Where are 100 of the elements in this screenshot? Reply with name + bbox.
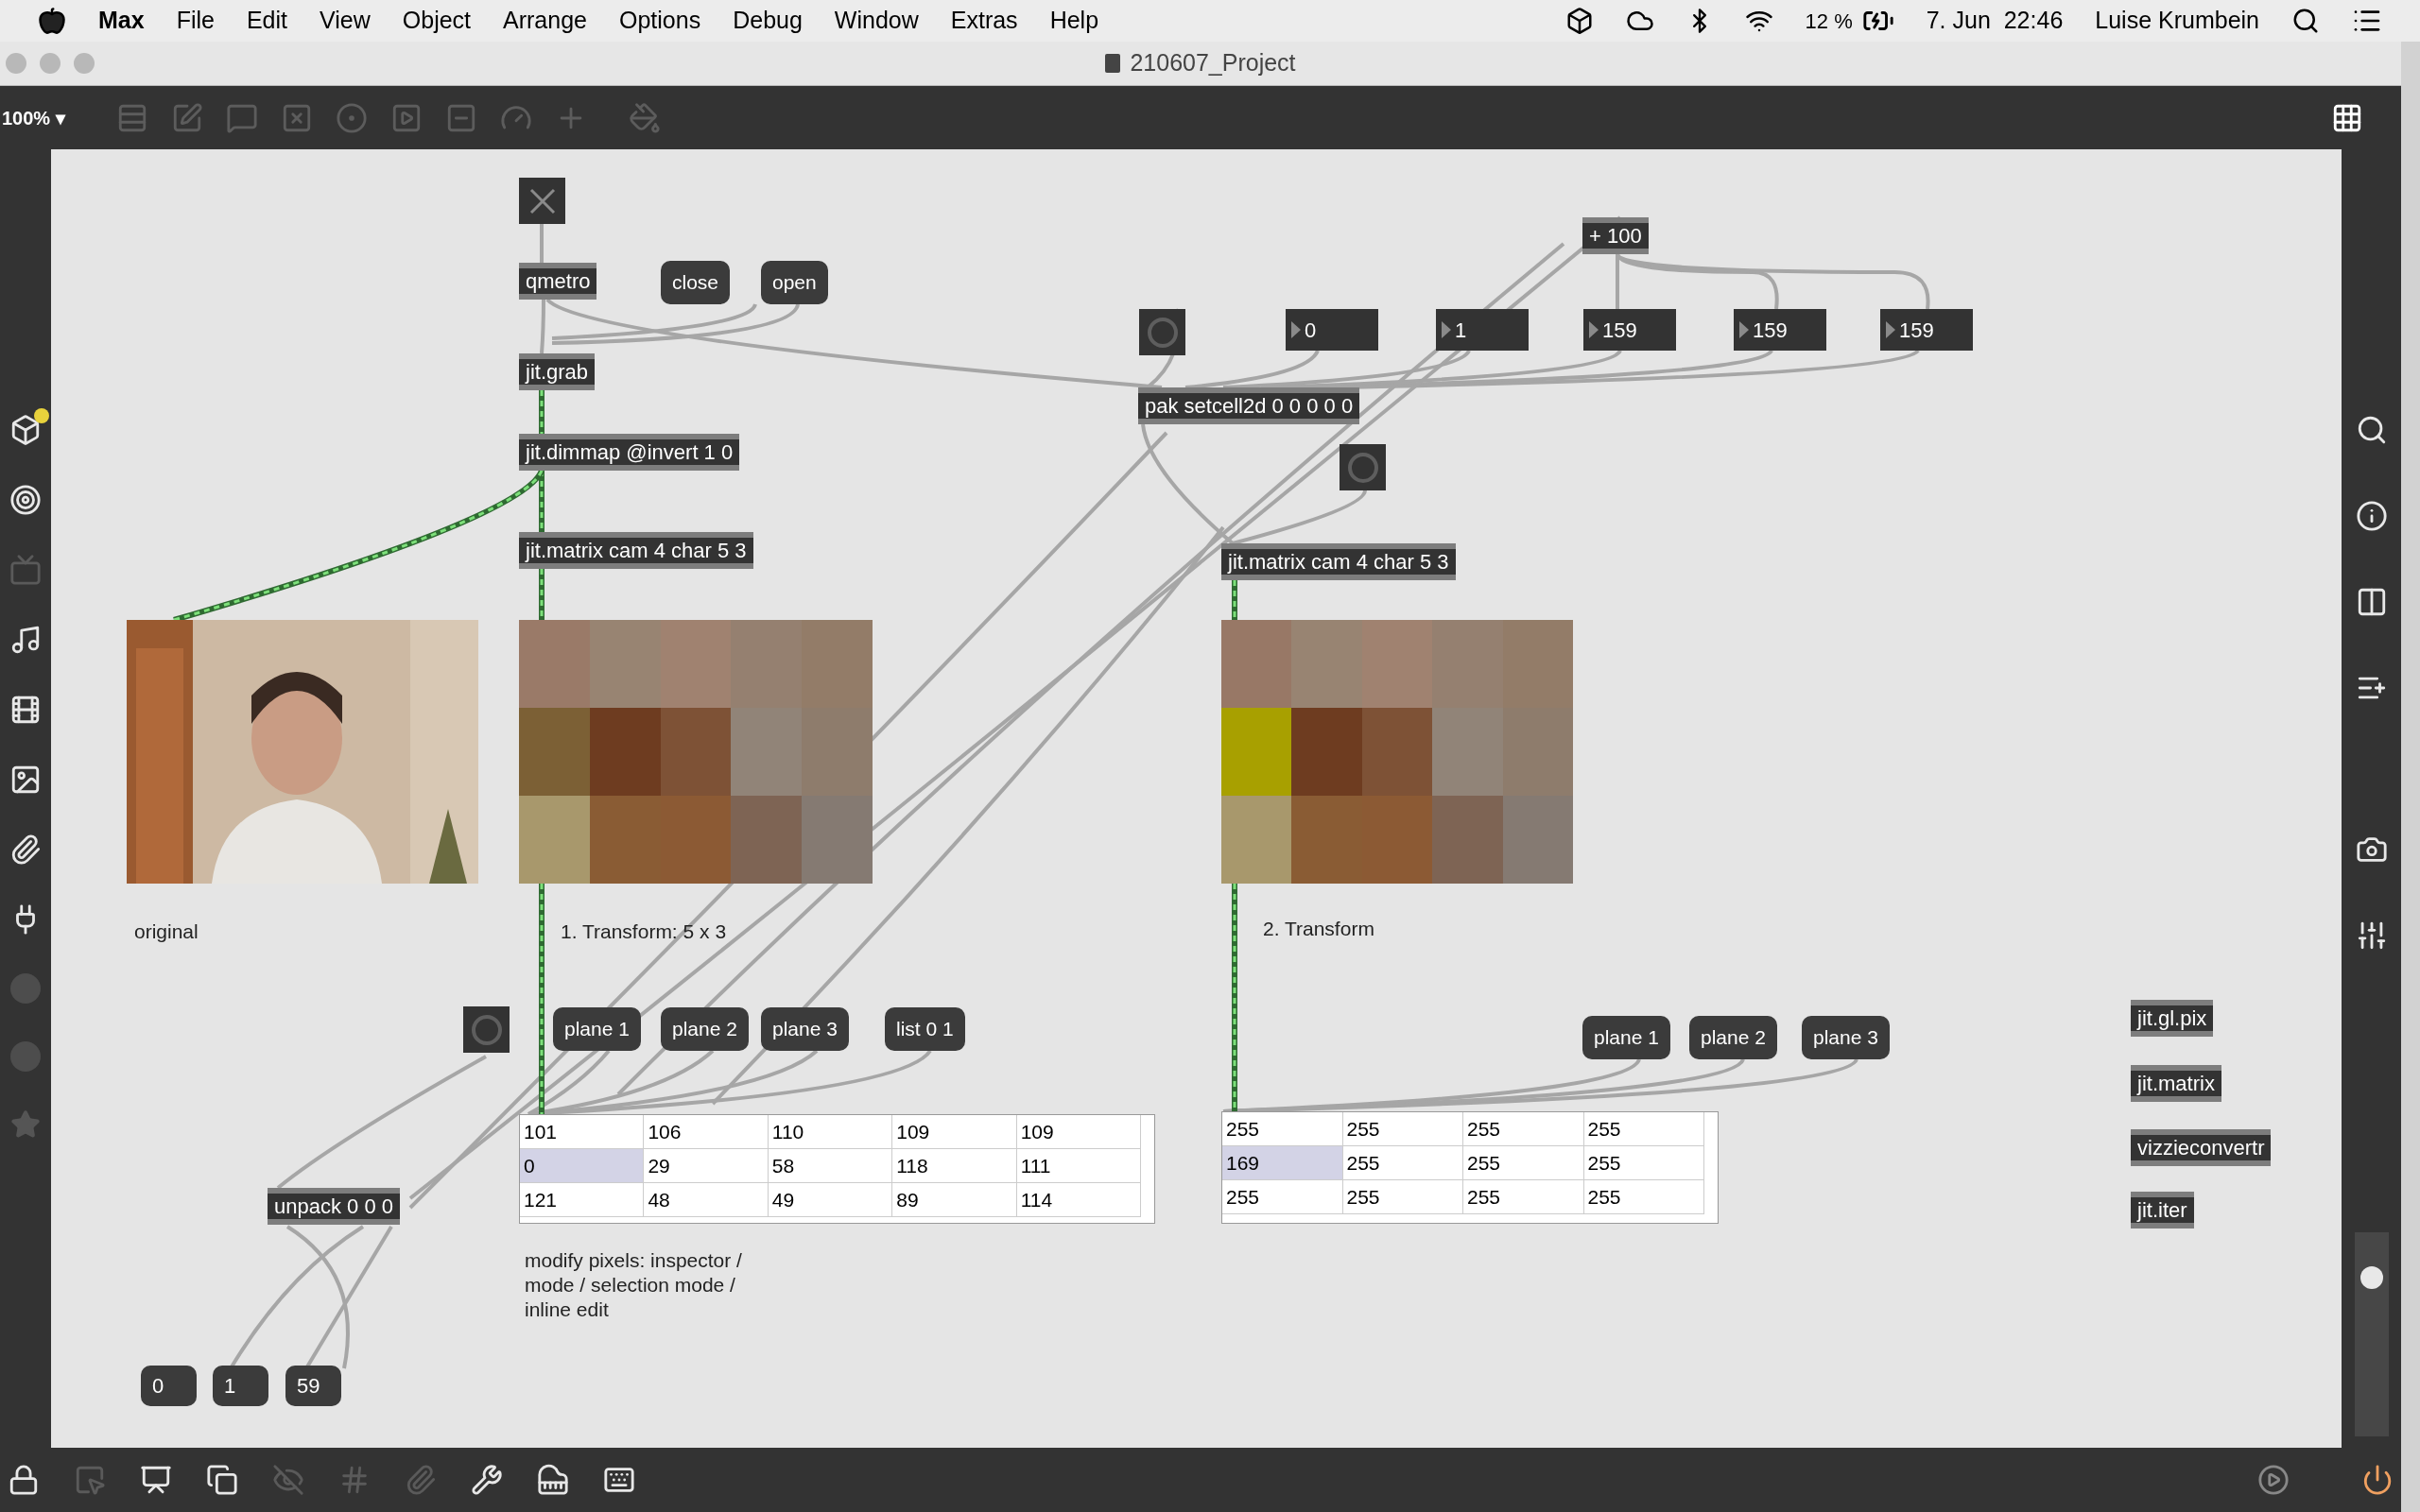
table-cell[interactable]: 255 — [1463, 1180, 1584, 1214]
menu-item[interactable]: View — [320, 3, 371, 39]
object-box[interactable]: unpack 0 0 0 — [268, 1188, 400, 1225]
table-cell[interactable]: 114 — [1016, 1183, 1142, 1217]
table-cell[interactable]: 101 — [520, 1115, 645, 1149]
triangle-icon — [1886, 321, 1895, 338]
table-cell[interactable]: 111 — [1016, 1149, 1142, 1183]
message-box[interactable]: plane 1 — [1582, 1016, 1670, 1059]
number-box[interactable]: 0 — [141, 1366, 197, 1406]
table-cell[interactable]: 58 — [768, 1149, 893, 1183]
presentation-icon[interactable] — [140, 1464, 172, 1496]
toggle[interactable] — [519, 178, 565, 224]
table-cell[interactable]: 255 — [1583, 1112, 1704, 1146]
object-box[interactable]: jit.matrix — [2131, 1065, 2221, 1102]
table-cell[interactable]: 89 — [892, 1183, 1017, 1217]
zoom-menu[interactable]: 100% ▾ — [2, 103, 65, 132]
slider-thumb[interactable] — [2360, 1265, 2383, 1289]
object-box[interactable]: + 100 — [1582, 217, 1649, 254]
table-cell[interactable]: 255 — [1222, 1180, 1343, 1214]
object-box[interactable]: jit.grab — [519, 353, 596, 390]
windows-icon[interactable] — [206, 1464, 238, 1496]
table-cell[interactable]: 121 — [520, 1183, 645, 1217]
object-box[interactable]: jit.iter — [2131, 1192, 2194, 1228]
number-box[interactable]: 159 — [1583, 309, 1676, 351]
cube-icon[interactable] — [9, 414, 42, 446]
table-cell[interactable]: 169 — [1222, 1146, 1343, 1180]
table-cell[interactable]: 0 — [520, 1149, 645, 1183]
message-box[interactable]: plane 2 — [661, 1007, 749, 1051]
menu-item[interactable]: Extras — [950, 3, 1018, 39]
table-cell[interactable]: 255 — [1583, 1146, 1704, 1180]
number-box[interactable]: 1 — [1436, 309, 1529, 351]
table-cell[interactable]: 29 — [644, 1149, 769, 1183]
star-icon[interactable] — [10, 1109, 41, 1140]
message-box[interactable]: list 0 1 — [885, 1007, 965, 1051]
table-cell[interactable]: 255 — [1583, 1180, 1704, 1214]
object-box[interactable]: pak setcell2d 0 0 0 0 0 — [1138, 387, 1360, 424]
number-box[interactable]: 1 — [213, 1366, 268, 1406]
object-box[interactable]: jit.gl.pix — [2131, 1000, 2214, 1037]
app-menu[interactable]: Max — [98, 3, 145, 39]
user-name[interactable]: Luise Krumbein — [2095, 3, 2259, 39]
clock[interactable]: 7. Jun 22:46 — [1926, 3, 2064, 39]
number-box[interactable]: 59 — [285, 1366, 341, 1406]
menu-item[interactable]: Debug — [733, 3, 803, 39]
power-icon[interactable] — [2361, 1464, 2394, 1496]
table-cell[interactable]: 106 — [644, 1115, 769, 1149]
menu-item[interactable]: Help — [1049, 3, 1099, 39]
table-cell[interactable]: 255 — [1222, 1112, 1343, 1146]
table-cell[interactable]: 255 — [1342, 1146, 1463, 1180]
menu-item[interactable]: Edit — [246, 3, 288, 39]
paperclip-icon[interactable] — [9, 833, 42, 866]
cellblock[interactable]: 101 106 110 109 109 0 29 58 118 111 121 48 49 89 114 — [519, 1114, 1155, 1224]
message-box[interactable]: close — [661, 261, 731, 304]
triangle-icon — [1442, 321, 1451, 338]
lock-icon[interactable] — [8, 1464, 40, 1496]
film-icon[interactable] — [9, 694, 42, 726]
table-cell[interactable]: 255 — [1342, 1112, 1463, 1146]
apple-icon[interactable] — [38, 7, 66, 35]
battery-percent: 12 % — [1805, 8, 1853, 35]
message-box[interactable]: plane 3 — [1802, 1016, 1890, 1059]
table-cell[interactable]: 255 — [1463, 1146, 1584, 1180]
image-icon[interactable] — [9, 764, 42, 796]
menu-item[interactable]: File — [176, 3, 215, 39]
object-box[interactable]: jit.matrix cam 4 char 5 3 — [1221, 543, 1456, 580]
menu-item[interactable]: Window — [834, 3, 919, 39]
table-cell[interactable]: 255 — [1463, 1112, 1584, 1146]
wrench-icon[interactable] — [471, 1464, 503, 1496]
piano-icon[interactable] — [537, 1464, 569, 1496]
message-box[interactable]: plane 3 — [761, 1007, 849, 1051]
number-box[interactable]: 0 — [1286, 309, 1378, 351]
menu-item[interactable]: Arrange — [503, 3, 587, 39]
music-icon[interactable] — [9, 624, 42, 656]
paperclip-icon[interactable] — [405, 1464, 437, 1496]
cellblock[interactable]: 255 255 255 255 169 255 255 255 255 255 255 255 — [1221, 1111, 1719, 1224]
gain-slider[interactable] — [2354, 1232, 2389, 1436]
number-box[interactable]: 159 — [1734, 309, 1826, 351]
object-box[interactable]: jit.matrix cam 4 char 5 3 — [519, 532, 753, 569]
message-box[interactable]: plane 2 — [1689, 1016, 1777, 1059]
table-cell[interactable]: 255 — [1342, 1180, 1463, 1214]
triangle-icon — [1589, 321, 1599, 338]
table-cell[interactable]: 109 — [1016, 1115, 1142, 1149]
table-cell[interactable]: 118 — [892, 1149, 1017, 1183]
comment-text: modify pixels: inspector / mode / selection mode / inline edit — [525, 1248, 743, 1322]
object-box[interactable]: qmetro — [519, 263, 597, 300]
message-box[interactable]: plane 1 — [553, 1007, 641, 1051]
message-box[interactable]: open — [761, 261, 828, 304]
object-box[interactable]: jit.dimmap @invert 1 0 — [519, 434, 740, 471]
comment-text: original — [134, 919, 199, 944]
table-cell[interactable]: 110 — [768, 1115, 893, 1149]
number-box[interactable]: 159 — [1880, 309, 1973, 351]
target-icon[interactable] — [9, 484, 42, 516]
object-box[interactable]: vizzieconvertr — [2131, 1129, 2272, 1166]
info-icon[interactable] — [2355, 500, 2388, 532]
triangle-icon — [1739, 321, 1749, 338]
play-icon[interactable] — [2257, 1464, 2290, 1496]
table-cell[interactable]: 109 — [892, 1115, 1017, 1149]
table-cell[interactable]: 49 — [768, 1183, 893, 1217]
menu-item[interactable]: Options — [619, 3, 701, 39]
table-cell[interactable]: 48 — [644, 1183, 769, 1217]
menu-item[interactable]: Object — [402, 3, 472, 39]
search-icon[interactable] — [2291, 7, 2320, 35]
